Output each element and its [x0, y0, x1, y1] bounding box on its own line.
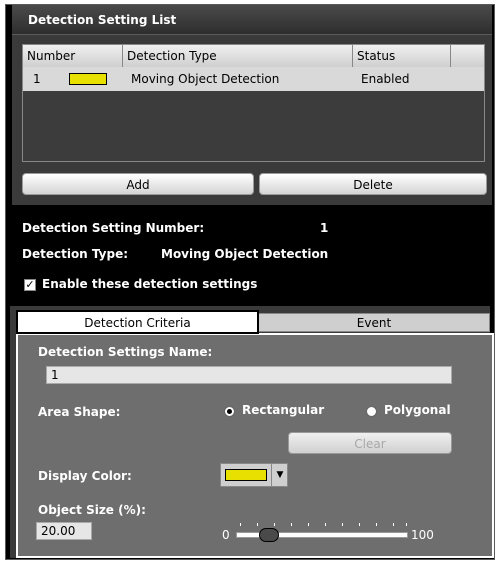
- slider-tick: [359, 523, 360, 526]
- detection-setting-list: Number Detection Type Status 1 Moving Ob…: [22, 44, 485, 162]
- slider-tick: [325, 523, 326, 526]
- slider-tick: [308, 523, 309, 526]
- settings-name-input[interactable]: 1: [46, 366, 452, 384]
- slider-tick: [291, 523, 292, 526]
- row-color-swatch: [69, 73, 107, 85]
- slider-tick: [406, 523, 407, 526]
- slider-tick: [342, 523, 343, 526]
- polygonal-radio[interactable]: [366, 406, 377, 417]
- chevron-down-icon: ▼: [271, 464, 288, 486]
- slider-tick: [274, 523, 275, 526]
- row-status: Enabled: [361, 72, 410, 86]
- column-header-status[interactable]: Status: [353, 45, 451, 67]
- display-color-picker[interactable]: ▼: [220, 463, 288, 487]
- column-header-detection-type[interactable]: Detection Type: [123, 45, 353, 67]
- tab-event[interactable]: Event: [258, 313, 490, 332]
- slider-min-label: 0: [222, 528, 230, 542]
- add-button[interactable]: Add: [22, 173, 254, 195]
- enable-checkbox[interactable]: ✓: [24, 279, 36, 291]
- detection-number-label: Detection Setting Number:: [22, 221, 205, 235]
- display-color-label: Display Color:: [38, 469, 132, 483]
- slider-tick: [240, 523, 241, 526]
- section-title: Detection Setting List: [12, 5, 492, 35]
- column-header-number[interactable]: Number: [23, 45, 123, 67]
- clear-button[interactable]: Clear: [288, 432, 452, 454]
- area-shape-label: Area Shape:: [38, 405, 121, 419]
- row-number: 1: [33, 72, 41, 86]
- rectangular-radio[interactable]: [224, 406, 235, 417]
- row-detection-type: Moving Object Detection: [131, 72, 280, 86]
- polygonal-label: Polygonal: [384, 403, 451, 417]
- slider-tick: [393, 523, 394, 526]
- slider-tick: [376, 523, 377, 526]
- tab-detection-criteria[interactable]: Detection Criteria: [16, 310, 259, 334]
- settings-name-label: Detection Settings Name:: [38, 345, 213, 359]
- slider-max-label: 100: [411, 528, 434, 542]
- object-size-slider-thumb[interactable]: [259, 528, 279, 542]
- enable-label: Enable these detection settings: [42, 277, 258, 291]
- list-header: Number Detection Type Status: [23, 45, 484, 67]
- list-row[interactable]: 1 Moving Object Detection Enabled: [23, 67, 484, 91]
- rectangular-label: Rectangular: [242, 403, 325, 417]
- delete-button[interactable]: Delete: [259, 173, 487, 195]
- slider-tick: [257, 523, 258, 526]
- detection-number-value: 1: [320, 221, 329, 235]
- detection-type-label: Detection Type:: [22, 247, 129, 261]
- detection-type-value: Moving Object Detection: [161, 247, 329, 261]
- object-size-input[interactable]: 20.00: [36, 522, 92, 540]
- object-size-label: Object Size (%):: [38, 503, 146, 517]
- display-color-swatch: [225, 469, 267, 481]
